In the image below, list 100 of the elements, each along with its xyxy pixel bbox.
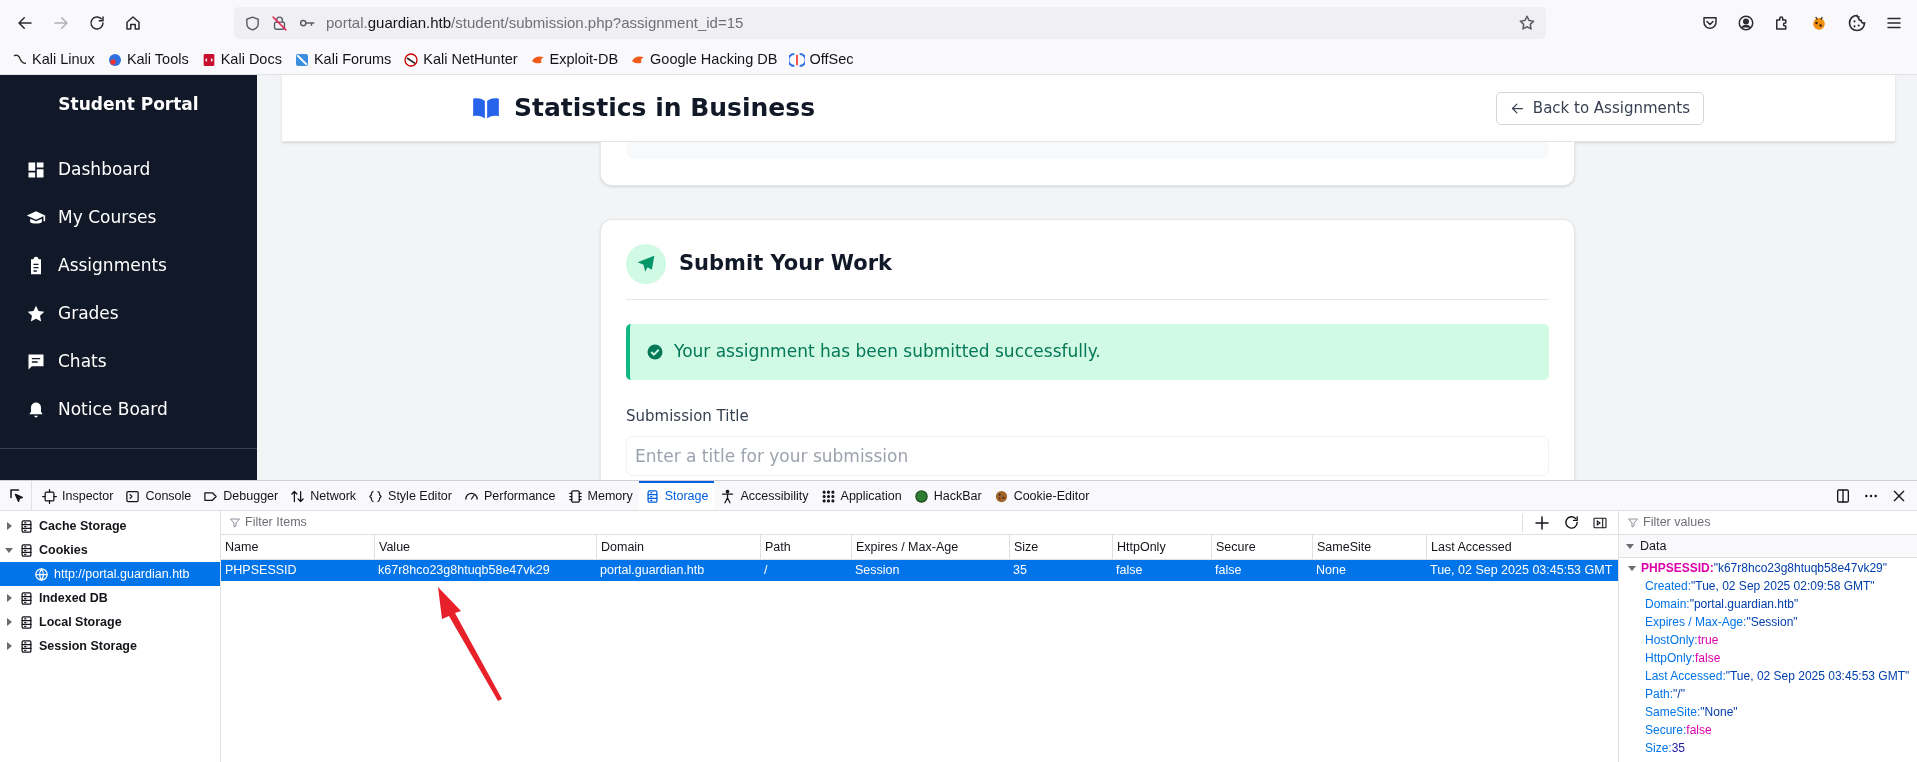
- devtools-tab[interactable]: Storage: [638, 481, 715, 510]
- devtools-tab[interactable]: Style Editor: [362, 481, 458, 510]
- devtools-tab[interactable]: Inspector: [36, 481, 120, 510]
- devtools-tab[interactable]: HackBar: [907, 481, 988, 510]
- sidebar-item[interactable]: Dashboard: [0, 146, 257, 194]
- table-cell-text: k67r8hco23g8htuqb58e47vk29: [377, 562, 551, 580]
- devtools-tab[interactable]: Debugger: [197, 481, 285, 510]
- sidebar-item[interactable]: Notice Board: [0, 386, 257, 434]
- triangle-icon: [4, 617, 14, 627]
- tree-item[interactable]: Local Storage: [0, 610, 220, 634]
- bookmark-link[interactable]: Kali Forums: [293, 49, 392, 72]
- column-header[interactable]: Secure: [1211, 535, 1312, 559]
- table-cell-text: portal.guardian.htb: [599, 562, 706, 580]
- property-row-text: SameSite:"None": [1644, 704, 1739, 721]
- triangle-icon: [4, 593, 14, 603]
- paper-plane-icon: [626, 244, 666, 284]
- cookie-icon: [993, 489, 1009, 504]
- dock-icon[interactable]: [1835, 487, 1851, 504]
- success-alert: Your assignment has been submitted successfully.: [626, 324, 1549, 380]
- shield-icon: [244, 14, 261, 32]
- star-icon: [26, 304, 46, 324]
- column-header[interactable]: Name: [221, 535, 374, 559]
- filter-values-field[interactable]: Filter values: [1643, 513, 1917, 532]
- console-icon: [125, 489, 141, 504]
- filter-icon: [1627, 516, 1639, 529]
- database-icon: [19, 590, 34, 606]
- devtools-tab[interactable]: Application: [814, 481, 908, 510]
- bookmark-link[interactable]: Kali Linux: [12, 49, 95, 72]
- person-icon: [720, 489, 736, 504]
- column-header[interactable]: Last Accessed: [1426, 535, 1618, 559]
- database-icon: [19, 542, 34, 558]
- devtools-tab[interactable]: Accessibility: [714, 481, 815, 510]
- devtools-tab[interactable]: Console: [119, 481, 198, 510]
- table-cell-text: Tue, 02 Sep 2025 03:45:53 GMT: [1429, 562, 1614, 580]
- column-header[interactable]: Path: [760, 535, 851, 559]
- url-text: portal.guardian.htb/student/submission.php?assignment_id=15: [326, 12, 745, 33]
- star-icon[interactable]: [1518, 14, 1536, 33]
- account-icon[interactable]: [1737, 14, 1755, 33]
- triangle-icon: [1625, 541, 1635, 551]
- property-row-text: HttpOnly:false: [1644, 650, 1722, 667]
- column-header[interactable]: Domain: [596, 535, 760, 559]
- table-cell-text: /: [763, 562, 769, 580]
- bookmark-link[interactable]: Google Hacking DB: [630, 49, 778, 72]
- page-title: Statistics in Business: [514, 92, 816, 125]
- cookie-icon[interactable]: [1847, 13, 1867, 34]
- database-icon: [19, 638, 34, 654]
- bookmark-link[interactable]: OffSec: [789, 49, 854, 72]
- column-header[interactable]: HttpOnly: [1112, 535, 1211, 559]
- database-icon: [19, 518, 34, 534]
- no-sign-icon: [403, 52, 420, 69]
- tree-item[interactable]: Cookies: [0, 538, 220, 562]
- bookmark-link[interactable]: Kali Docs: [200, 49, 282, 72]
- braces-icon: [368, 489, 384, 504]
- property-row-text: Expires / Max-Age:"Session": [1644, 614, 1799, 631]
- dashboard-icon: [26, 160, 46, 180]
- brackets-icon: [789, 52, 806, 69]
- tree-item[interactable]: Indexed DB: [0, 586, 220, 610]
- triangle-icon: [1627, 563, 1637, 573]
- crosshair-icon: [42, 489, 57, 504]
- devtools-tab[interactable]: Memory: [561, 481, 639, 510]
- back-button[interactable]: Back to Assignments: [1495, 91, 1704, 125]
- devtools-tab[interactable]: Cookie-Editor: [987, 481, 1096, 510]
- chip-icon: [567, 489, 583, 504]
- triangle-icon: [4, 545, 14, 555]
- column-header[interactable]: SameSite: [1312, 535, 1426, 559]
- table-row[interactable]: PHPSESSID k67r8hco23g8htuqb58e47vk29 portal.guardian.htb / Session 35 false false None Tue, 02 Sep 2025 03:45:53 GMT: [221, 560, 1618, 581]
- data-entry[interactable]: PHPSESSID:"k67r8hco23g8htuqb58e47vk29": [1619, 559, 1917, 577]
- chat-icon: [26, 352, 46, 372]
- section-header[interactable]: Data: [1619, 535, 1917, 558]
- tree-item[interactable]: Cache Storage: [0, 514, 220, 538]
- table-cell-text: None: [1315, 562, 1347, 580]
- property-row-text: Size:35: [1644, 740, 1687, 757]
- title-input[interactable]: Enter a title for your submission: [626, 435, 1549, 476]
- tag-icon: [203, 489, 219, 504]
- bookmark-link[interactable]: Kali NetHunter: [403, 49, 518, 72]
- filter-field[interactable]: Filter Items: [245, 513, 1522, 532]
- sidebar-item[interactable]: Chats: [0, 338, 257, 386]
- section-title: Submit Your Work: [679, 250, 893, 278]
- sidebar-item[interactable]: Grades: [0, 290, 257, 338]
- bookmark-link[interactable]: Kali Tools: [106, 49, 189, 72]
- address-bar[interactable]: portal.guardian.htb/student/submission.php?assignment_id=15: [234, 7, 1546, 40]
- database-icon: [644, 489, 660, 504]
- table-cell-text: Session: [854, 562, 901, 580]
- column-header[interactable]: Value: [374, 535, 596, 559]
- table-cell-text: 35: [1012, 562, 1028, 580]
- tree-item[interactable]: Session Storage: [0, 634, 220, 658]
- triangle-icon: [4, 521, 14, 531]
- column-header[interactable]: Size: [1009, 535, 1112, 559]
- devtools-tab[interactable]: Network: [284, 481, 363, 510]
- sidebar-item[interactable]: My Courses: [0, 194, 257, 242]
- property-row-text: Secure:false: [1644, 722, 1713, 739]
- tree-item[interactable]: http://portal.guardian.htb: [0, 562, 220, 586]
- sidebar-item[interactable]: Assignments: [0, 242, 257, 290]
- bookmark-link[interactable]: Exploit-DB: [529, 49, 619, 72]
- column-header[interactable]: Expires / Max-Age: [851, 535, 1009, 559]
- refresh-icon[interactable]: [1563, 514, 1580, 531]
- add-icon[interactable]: [1533, 513, 1551, 532]
- ball-icon: [913, 489, 929, 504]
- table-cell-text: PHPSESSID: [224, 562, 298, 580]
- devtools-tab[interactable]: Performance: [457, 481, 562, 510]
